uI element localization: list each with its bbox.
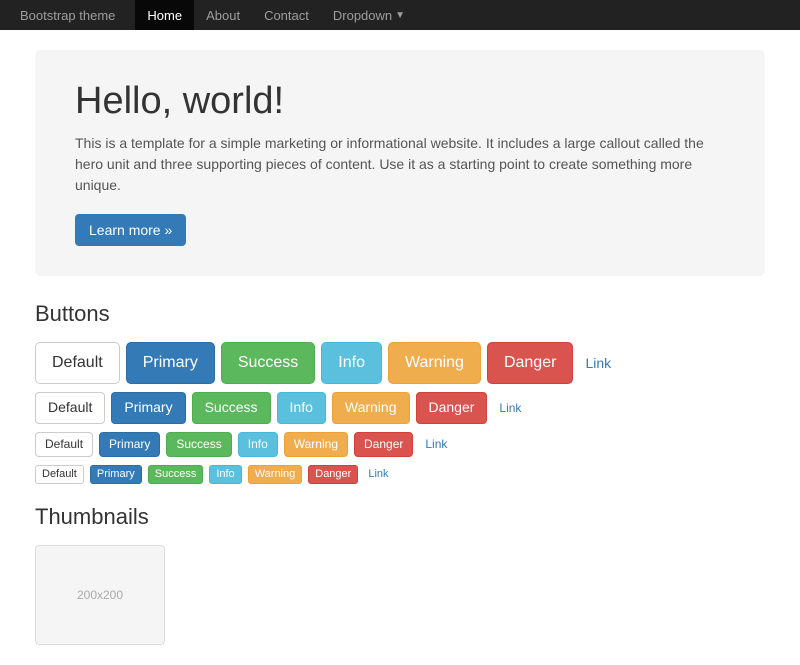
btn-link-md[interactable]: Link <box>493 398 527 418</box>
button-row-lg: Default Primary Success Info Warning Dan… <box>35 342 765 384</box>
btn-link-sm[interactable]: Link <box>419 434 453 454</box>
hero-unit: Hello, world! This is a template for a s… <box>35 50 765 276</box>
chevron-down-icon: ▼ <box>395 10 405 21</box>
btn-success-md[interactable]: Success <box>192 392 271 424</box>
nav-item-contact[interactable]: Contact <box>252 0 321 30</box>
navbar: Bootstrap theme Home About Contact Dropd… <box>0 0 800 30</box>
button-row-sm: Default Primary Success Info Warning Dan… <box>35 432 765 457</box>
btn-warning-xs[interactable]: Warning <box>248 465 303 484</box>
button-row-xs: Default Primary Success Info Warning Dan… <box>35 465 765 484</box>
btn-success-lg[interactable]: Success <box>221 342 315 384</box>
btn-danger-xs[interactable]: Danger <box>308 465 358 484</box>
nav-item-about[interactable]: About <box>194 0 252 30</box>
nav-item-home[interactable]: Home <box>135 0 194 30</box>
btn-primary-sm[interactable]: Primary <box>99 432 160 457</box>
thumbnail-label: 200x200 <box>77 588 123 602</box>
navbar-brand: Bootstrap theme <box>20 8 115 23</box>
btn-default-lg[interactable]: Default <box>35 342 120 384</box>
btn-warning-sm[interactable]: Warning <box>284 432 348 457</box>
btn-primary-xs[interactable]: Primary <box>90 465 142 484</box>
buttons-section-title: Buttons <box>35 301 765 327</box>
btn-success-xs[interactable]: Success <box>148 465 204 484</box>
thumbnail-placeholder: 200x200 <box>35 545 165 645</box>
nav-item-dropdown[interactable]: Dropdown ▼ <box>321 0 417 30</box>
nav-items: Home About Contact Dropdown ▼ <box>135 0 417 30</box>
buttons-section: Buttons Default Primary Success Info War… <box>35 301 765 484</box>
learn-more-button[interactable]: Learn more » <box>75 214 186 246</box>
btn-link-lg[interactable]: Link <box>579 350 617 376</box>
btn-success-sm[interactable]: Success <box>166 432 231 457</box>
hero-title: Hello, world! <box>75 80 725 123</box>
btn-info-sm[interactable]: Info <box>238 432 278 457</box>
btn-info-xs[interactable]: Info <box>209 465 241 484</box>
btn-danger-md[interactable]: Danger <box>416 392 488 424</box>
thumbnails-section-title: Thumbnails <box>35 504 765 530</box>
btn-warning-lg[interactable]: Warning <box>388 342 481 384</box>
btn-warning-md[interactable]: Warning <box>332 392 410 424</box>
btn-info-lg[interactable]: Info <box>321 342 382 384</box>
btn-link-xs[interactable]: Link <box>364 467 392 481</box>
btn-primary-md[interactable]: Primary <box>111 392 185 424</box>
hero-description: This is a template for a simple marketin… <box>75 133 725 196</box>
btn-default-sm[interactable]: Default <box>35 432 93 457</box>
btn-info-md[interactable]: Info <box>277 392 326 424</box>
button-row-md: Default Primary Success Info Warning Dan… <box>35 392 765 424</box>
btn-default-xs[interactable]: Default <box>35 465 84 484</box>
btn-default-md[interactable]: Default <box>35 392 105 424</box>
btn-primary-lg[interactable]: Primary <box>126 342 215 384</box>
btn-danger-lg[interactable]: Danger <box>487 342 573 384</box>
btn-danger-sm[interactable]: Danger <box>354 432 413 457</box>
main-container: Hello, world! This is a template for a s… <box>20 30 780 665</box>
thumbnails-section: Thumbnails 200x200 <box>35 504 765 645</box>
